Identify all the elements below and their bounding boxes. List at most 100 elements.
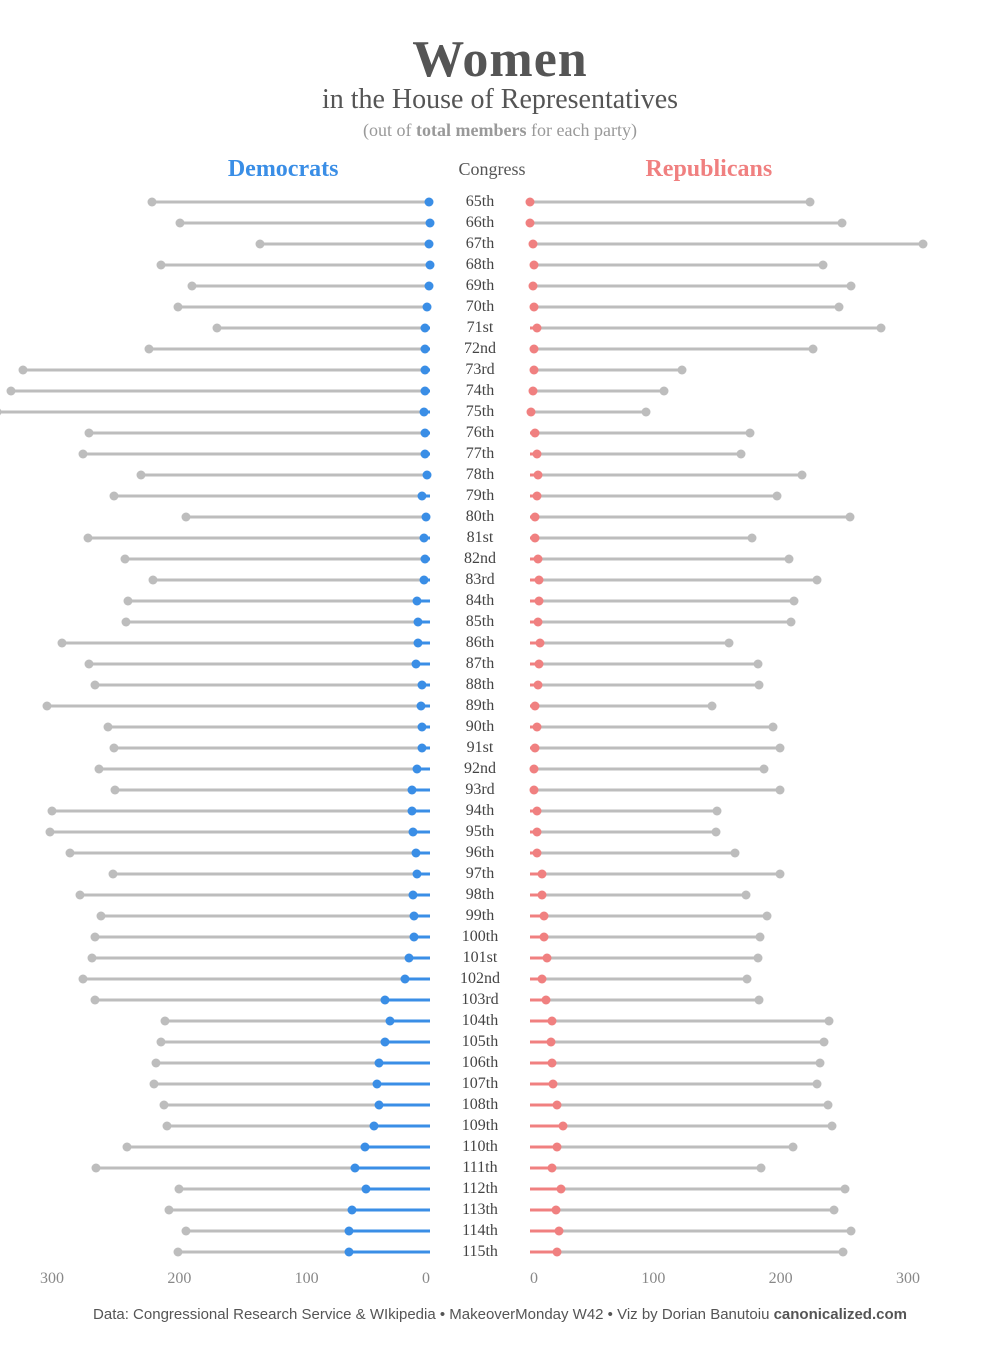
rep-total-dot	[877, 323, 886, 332]
chart-row: 79th	[40, 485, 960, 506]
rep-total-bar	[530, 662, 758, 665]
dem-total-bar	[260, 242, 430, 245]
rep-women-dot	[526, 218, 535, 227]
congress-label: 67th	[430, 235, 530, 253]
dem-women-dot	[401, 974, 410, 983]
dem-total-dot	[173, 302, 182, 311]
dem-total-dot	[156, 260, 165, 269]
rep-side	[530, 233, 920, 254]
dem-side	[40, 632, 430, 653]
dem-side	[40, 443, 430, 464]
rep-women-dot	[533, 470, 542, 479]
title-caption: (out of total members for each party)	[40, 120, 960, 141]
rep-total-bar	[530, 998, 759, 1001]
rep-side	[530, 338, 920, 359]
chart-row: 85th	[40, 611, 960, 632]
rep-side	[530, 275, 920, 296]
rep-total-bar	[530, 1040, 824, 1043]
dem-total-dot	[173, 1247, 182, 1256]
chart-row: 89th	[40, 695, 960, 716]
dem-women-dot	[345, 1226, 354, 1235]
rep-total-bar	[530, 326, 881, 329]
rep-side	[530, 1220, 920, 1241]
dem-total-bar	[92, 956, 430, 959]
rep-total-bar	[530, 788, 780, 791]
footer-credit: Data: Congressional Research Service & W…	[40, 1306, 960, 1323]
congress-label: 66th	[430, 214, 530, 232]
rep-total-bar	[530, 1124, 832, 1127]
dem-women-dot	[348, 1205, 357, 1214]
axis-tick: 200	[167, 1270, 191, 1288]
dem-total-dot	[85, 428, 94, 437]
rep-side	[530, 884, 920, 905]
rep-women-dot	[535, 596, 544, 605]
dem-total-bar	[149, 347, 430, 350]
legend-congress: Congress	[458, 159, 525, 180]
dem-total-dot	[181, 512, 190, 521]
dem-total-dot	[156, 1037, 165, 1046]
rep-total-dot	[678, 365, 687, 374]
rep-women-dot	[532, 323, 541, 332]
rep-total-bar	[530, 683, 759, 686]
rep-women-dot	[536, 638, 545, 647]
axis-tick: 300	[896, 1270, 920, 1288]
rep-total-bar	[530, 809, 717, 812]
congress-label: 110th	[430, 1138, 530, 1156]
chart-row: 100th	[40, 926, 960, 947]
dem-women-dot	[420, 386, 429, 395]
rep-total-dot	[762, 911, 771, 920]
rep-total-bar	[530, 536, 752, 539]
dem-women-dot	[422, 512, 431, 521]
chart-row: 88th	[40, 674, 960, 695]
rep-total-dot	[815, 1058, 824, 1067]
congress-label: 91st	[430, 739, 530, 757]
rep-total-bar	[530, 578, 817, 581]
dem-women-dot	[361, 1142, 370, 1151]
rep-total-dot	[918, 239, 927, 248]
congress-label: 77th	[430, 445, 530, 463]
rep-side	[530, 947, 920, 968]
rep-side	[530, 926, 920, 947]
rep-total-bar	[530, 347, 813, 350]
rep-total-bar	[530, 1187, 845, 1190]
dem-women-dot	[413, 596, 422, 605]
rep-total-dot	[784, 554, 793, 563]
dem-total-dot	[181, 1226, 190, 1235]
congress-label: 87th	[430, 655, 530, 673]
rep-total-bar	[530, 620, 791, 623]
congress-label: 112th	[430, 1180, 530, 1198]
dem-total-bar	[83, 452, 430, 455]
rep-total-dot	[838, 218, 847, 227]
rep-side	[530, 1115, 920, 1136]
dem-women-dot	[420, 323, 429, 332]
dem-women-bar	[352, 1208, 430, 1211]
dem-total-bar	[23, 368, 430, 371]
rep-side	[530, 737, 920, 758]
dem-women-dot	[409, 890, 418, 899]
rep-side	[530, 989, 920, 1010]
dem-women-dot	[414, 638, 423, 647]
dem-total-dot	[91, 1163, 100, 1172]
rep-women-dot	[548, 1016, 557, 1025]
rep-total-bar	[530, 872, 780, 875]
rep-women-dot	[531, 428, 540, 437]
dem-side	[40, 233, 430, 254]
dem-total-bar	[101, 914, 430, 917]
dem-total-bar	[152, 200, 430, 203]
dem-total-dot	[65, 848, 74, 857]
dem-total-dot	[103, 722, 112, 731]
rep-side	[530, 758, 920, 779]
chart-row: 71st	[40, 317, 960, 338]
rep-total-dot	[813, 575, 822, 584]
rep-women-dot	[553, 1142, 562, 1151]
rep-total-dot	[840, 1184, 849, 1193]
rep-women-dot	[529, 785, 538, 794]
dem-side	[40, 884, 430, 905]
rep-total-bar	[530, 1229, 851, 1232]
legend-democrats: Democrats	[228, 156, 339, 183]
rep-total-dot	[736, 449, 745, 458]
congress-label: 70th	[430, 298, 530, 316]
rep-total-dot	[773, 491, 782, 500]
congress-label: 100th	[430, 928, 530, 946]
rep-total-dot	[711, 827, 720, 836]
